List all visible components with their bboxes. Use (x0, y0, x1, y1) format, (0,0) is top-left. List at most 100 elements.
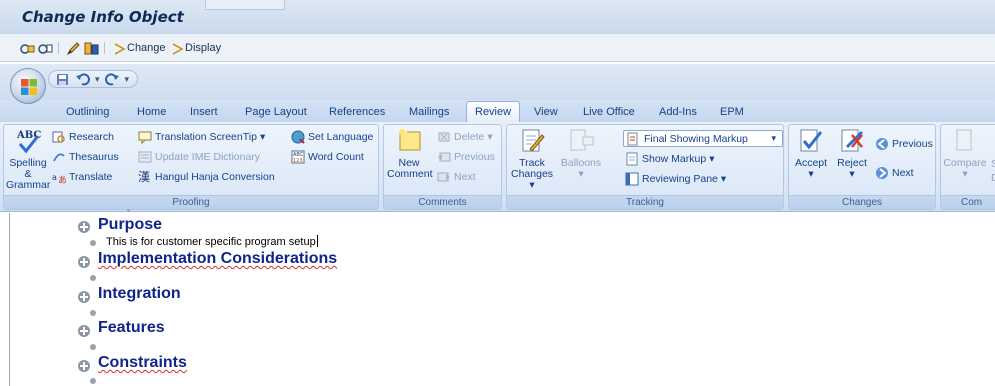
hangul-hanja-button[interactable]: 漢 Hangul Hanja Conversion (138, 170, 275, 184)
display-change-toggle-icon[interactable] (20, 40, 35, 56)
outline-expand-icon[interactable] (78, 221, 90, 233)
translation-screentip-button[interactable]: Translation ScreenTip ▾ (138, 130, 265, 144)
display-for-review-select[interactable]: Final Showing Markup ▾ (623, 130, 783, 147)
markup-display-icon (627, 132, 638, 145)
redo-icon[interactable] (104, 72, 120, 87)
next-comment-button[interactable]: Next (437, 170, 476, 184)
previous-comment-icon (438, 152, 451, 162)
spelling-grammar-button[interactable]: ABC Spelling & Grammar (6, 127, 50, 191)
sap-title-bar: Change Info Object (0, 0, 995, 34)
delete-comment-button[interactable]: Delete ▾ (437, 130, 493, 144)
word-count-icon: ABC123 (291, 150, 305, 164)
select-chevron-down-icon: ▾ (771, 133, 776, 143)
accept-button[interactable]: Accept ▾ (791, 127, 831, 180)
outline-heading-features[interactable]: Features (98, 319, 165, 337)
screentip-dropdown-icon: ▾ (259, 131, 266, 143)
outline-bullet (90, 310, 96, 316)
outline-expand-icon[interactable] (78, 325, 90, 337)
outline-expand-icon[interactable] (78, 291, 90, 303)
tab-live-office[interactable]: Live Office (583, 106, 635, 118)
previous-change-button[interactable]: Previous (875, 137, 933, 151)
tab-page-layout[interactable]: Page Layout (245, 106, 307, 118)
layout-icon[interactable] (84, 40, 99, 56)
set-language-button[interactable]: Set Language (291, 130, 373, 144)
show-markup-button[interactable]: Show Markup ▾ (625, 152, 714, 166)
globe-icon (291, 130, 305, 144)
next-change-button[interactable]: Next (875, 166, 914, 180)
tab-review[interactable]: Review (466, 101, 521, 123)
tab-references[interactable]: References (329, 106, 385, 118)
outline-heading-implementation[interactable]: Implementation Considerations (98, 250, 337, 268)
update-ime-dictionary-button[interactable]: Update IME Dictionary (138, 150, 260, 164)
outline-bullet (90, 344, 96, 350)
outline-expand-icon[interactable] (78, 256, 90, 268)
next-comment-icon (437, 172, 450, 182)
reviewing-pane-button[interactable]: Reviewing Pane ▾ (625, 172, 726, 186)
spelling-icon: ABC (14, 127, 42, 155)
undo-dropdown-icon[interactable]: ▾ (95, 74, 100, 85)
document-outline[interactable]: Purpose This is for customer specific pr… (9, 209, 995, 386)
outline-heading-purpose[interactable]: Purpose (98, 216, 162, 234)
svg-text:ABC: ABC (16, 130, 41, 141)
sap-toolbar: Change Display (0, 34, 995, 62)
translate-button[interactable]: aあ Translate (52, 170, 112, 184)
previous-change-icon (876, 138, 888, 150)
quick-access-toolbar: ▾ ▾ (0, 64, 995, 100)
delete-comment-icon (438, 132, 450, 142)
change-icon (114, 42, 126, 55)
tab-mailings[interactable]: Mailings (409, 106, 449, 118)
save-icon[interactable] (55, 72, 70, 87)
new-comment-button[interactable]: New Comment (387, 127, 433, 180)
track-changes-button[interactable]: Track Changes ▾ (511, 127, 553, 191)
compare-icon (951, 127, 979, 155)
reject-button[interactable]: Reject ▾ (833, 127, 871, 180)
screentip-icon (138, 131, 152, 144)
tab-view[interactable]: View (534, 106, 558, 118)
outline-heading-integration[interactable]: Integration (98, 285, 181, 303)
group-comments: New Comment Delete ▾ Previous Next Comme… (383, 124, 502, 210)
outline-expand-icon[interactable] (78, 360, 90, 372)
research-button[interactable]: Research (52, 130, 114, 144)
compare-d-button[interactable]: D (991, 172, 995, 184)
edit-pencil-icon[interactable] (66, 40, 81, 56)
group-label-comments: Comments (384, 195, 501, 209)
thesaurus-button[interactable]: Thesaurus (52, 150, 119, 164)
group-label-compare: Com (941, 195, 995, 209)
outline-bullet (90, 240, 96, 246)
qat-icons: ▾ ▾ (48, 70, 139, 88)
display-icon (172, 42, 184, 55)
change-button[interactable]: Change (112, 40, 166, 56)
next-change-icon (876, 167, 888, 179)
reject-icon (838, 127, 866, 155)
group-label-tracking: Tracking (507, 195, 783, 209)
office-button[interactable] (10, 68, 46, 104)
ime-dictionary-icon (138, 151, 152, 163)
outline-body-text[interactable]: This is for customer specific program se… (106, 235, 318, 248)
show-source-button[interactable]: S (991, 158, 995, 170)
outline-dot (127, 209, 130, 212)
word-count-button[interactable]: ABC 123 Word Count (291, 150, 364, 164)
group-proofing: ABC Spelling & Grammar Research Thesauru… (3, 124, 379, 210)
previous-comment-button[interactable]: Previous (437, 150, 495, 164)
outline-heading-constraints[interactable]: Constraints (98, 354, 187, 372)
new-comment-icon (395, 127, 423, 155)
other-object-icon[interactable] (38, 40, 53, 56)
track-changes-icon (518, 127, 546, 155)
hanja-icon: 漢 (138, 170, 151, 184)
customize-qat-icon[interactable]: ▾ (125, 74, 130, 85)
balloons-button[interactable]: Balloons ▾ (559, 127, 603, 180)
tab-insert[interactable]: Insert (190, 106, 218, 118)
tab-outlining[interactable]: Outlining (66, 106, 109, 118)
tab-add-ins[interactable]: Add-Ins (659, 106, 697, 118)
display-button[interactable]: Display (170, 40, 221, 56)
tab-home[interactable]: Home (137, 106, 166, 118)
text-caret (316, 235, 318, 247)
show-markup-icon (626, 152, 638, 166)
word-window: ▾ ▾ Outlining Home Insert Page Layout Re… (0, 64, 995, 386)
undo-icon[interactable] (75, 72, 90, 87)
ribbon-tabs: Outlining Home Insert Page Layout Refere… (0, 100, 995, 123)
compare-button[interactable]: Compare ▾ (943, 127, 987, 180)
tab-epm[interactable]: EPM (720, 106, 744, 118)
group-compare: Compare ▾ S D Com (940, 124, 995, 210)
office-logo-icon (21, 79, 37, 95)
